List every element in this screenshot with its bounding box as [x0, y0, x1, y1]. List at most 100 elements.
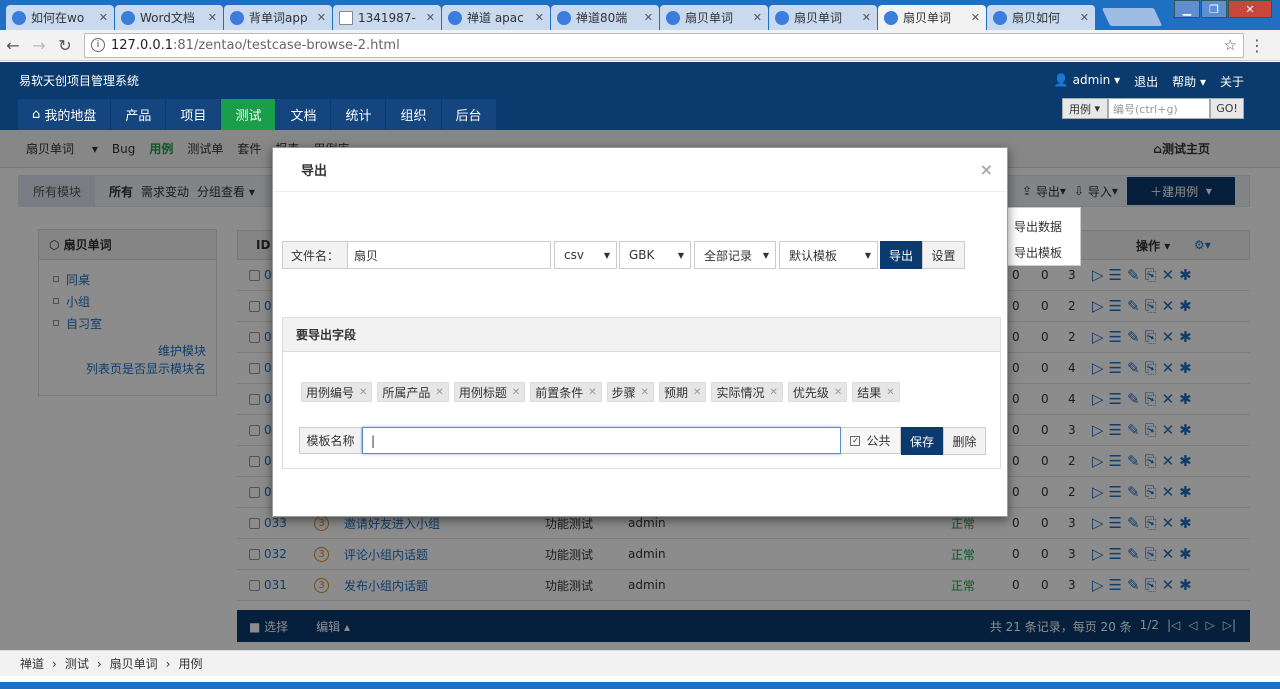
template-name-input[interactable]: |	[362, 427, 841, 454]
export-range-select[interactable]: 全部记录	[694, 241, 776, 269]
close-tab-icon[interactable]: ✕	[99, 11, 108, 24]
back-icon[interactable]: ←	[0, 36, 26, 55]
user-icon: 👤	[1053, 73, 1069, 87]
browser-tab[interactable]: 禅道 apac ✕	[442, 5, 550, 30]
main-nav-item[interactable]: 测试	[221, 99, 276, 130]
baidu-icon	[448, 10, 462, 25]
baidu-icon	[12, 10, 26, 25]
close-tab-icon[interactable]: ✕	[753, 11, 762, 24]
remove-field-icon[interactable]: ✕	[512, 387, 520, 398]
browser-tab-label: 背单词app	[249, 11, 308, 25]
browser-tab-label: Word文档	[140, 11, 195, 25]
doc-icon	[339, 10, 353, 25]
browser-tab[interactable]: 背单词app ✕	[224, 5, 332, 30]
browser-tab[interactable]: 扇贝单词 ✕	[769, 5, 877, 30]
logout-link[interactable]: 退出	[1134, 73, 1158, 90]
maximize-icon[interactable]: ❐	[1201, 0, 1227, 18]
export-template-item[interactable]: 导出模板	[1014, 240, 1080, 266]
main-nav-item[interactable]: 产品	[111, 99, 166, 130]
main-nav-item[interactable]: 后台	[441, 99, 496, 130]
search-type-select[interactable]: 用例 ▾	[1062, 98, 1108, 119]
export-data-item[interactable]: 导出数据	[1014, 214, 1080, 240]
close-tab-icon[interactable]: ✕	[862, 11, 871, 24]
main-nav-item[interactable]: ⌂ 我的地盘	[18, 99, 111, 130]
close-icon[interactable]: ×	[980, 160, 993, 179]
forward-icon[interactable]: →	[26, 36, 52, 55]
main-nav-item[interactable]: 项目	[166, 99, 221, 130]
remove-field-icon[interactable]: ✕	[834, 387, 842, 398]
window-controls: ▁ ❐ ✕	[1173, 0, 1272, 18]
export-fields-panel: 要导出字段 用例编号 ✕ 所属产品 ✕ 用例标题 ✕ 前置条件 ✕ 步骤 ✕ 预期 ✕ 实际情况 ✕ 优先级…	[282, 317, 1001, 469]
browser-tab-label: 扇贝单词	[685, 11, 734, 25]
field-chips: 用例编号 ✕ 所属产品 ✕ 用例标题 ✕ 前置条件 ✕ 步骤 ✕ 预期 ✕ 实际情况 ✕ 优先级 ✕ 结果 ✕	[301, 382, 900, 402]
close-tab-icon[interactable]: ✕	[317, 11, 326, 24]
reload-icon[interactable]: ↻	[52, 36, 78, 55]
url-input[interactable]: i 127.0.0.1:81/zentao/testcase-browse-2.…	[84, 32, 1244, 58]
remove-field-icon[interactable]: ✕	[886, 387, 894, 398]
browser-tab-label: 扇贝单词	[903, 11, 952, 25]
modal-title: 导出	[301, 164, 328, 179]
os-taskbar	[0, 682, 1280, 689]
save-template-button[interactable]: 保存	[901, 427, 943, 455]
export-submit-button[interactable]: 导出	[880, 241, 922, 269]
home-icon: ⌂	[32, 107, 45, 122]
info-icon[interactable]: i	[91, 38, 105, 52]
browser-tab-label: 1341987-	[358, 10, 416, 25]
export-fields-title: 要导出字段	[283, 318, 1000, 352]
close-tab-icon[interactable]: ✕	[208, 11, 217, 24]
remove-field-icon[interactable]: ✕	[641, 387, 649, 398]
breadcrumb-item: 用例	[178, 657, 203, 671]
main-nav-item[interactable]: 统计	[331, 99, 386, 130]
field-chip-label: 所属产品	[382, 385, 431, 400]
search-go-button[interactable]: GO!	[1210, 98, 1244, 119]
browser-tab[interactable]: 1341987- ✕	[333, 5, 441, 30]
browser-menu-icon[interactable]: ⋮	[1244, 36, 1270, 55]
minimize-icon[interactable]: ▁	[1174, 0, 1200, 18]
remove-field-icon[interactable]: ✕	[769, 387, 777, 398]
close-tab-icon[interactable]: ✕	[644, 11, 653, 24]
baidu-icon	[993, 10, 1007, 25]
browser-tab[interactable]: 扇贝单词 ✕	[878, 5, 986, 30]
template-select[interactable]: 默认模板	[779, 241, 878, 269]
field-chip-label: 实际情况	[716, 385, 765, 400]
browser-tab[interactable]: 禅道80端 ✕	[551, 5, 659, 30]
browser-tab[interactable]: 如何在wo ✕	[6, 5, 114, 30]
bookmark-star-icon[interactable]: ☆	[1224, 36, 1237, 54]
close-tab-icon[interactable]: ✕	[971, 11, 980, 24]
remove-field-icon[interactable]: ✕	[359, 387, 367, 398]
breadcrumb-item[interactable]: 扇贝单词	[110, 655, 158, 672]
delete-template-button[interactable]: 删除	[943, 427, 986, 455]
browser-tab[interactable]: 扇贝单词 ✕	[660, 5, 768, 30]
file-type-select[interactable]: csv	[554, 241, 617, 269]
breadcrumb-item[interactable]: 测试	[65, 655, 89, 672]
remove-field-icon[interactable]: ✕	[588, 387, 596, 398]
filename-label: 文件名：	[282, 241, 348, 269]
browser-tab[interactable]: 扇贝如何 ✕	[987, 5, 1095, 30]
browser-tab-label: 禅道 apac	[467, 11, 524, 25]
field-chip: 所属产品 ✕	[377, 382, 449, 402]
remove-field-icon[interactable]: ✕	[435, 387, 443, 398]
about-link[interactable]: 关于	[1220, 73, 1244, 90]
main-nav-item[interactable]: 组织	[386, 99, 441, 130]
user-info: 👤 admin ▾ 退出 帮助 ▾ 关于	[1054, 73, 1244, 90]
help-menu[interactable]: 帮助 ▾	[1172, 73, 1206, 90]
user-menu[interactable]: 👤 admin ▾	[1054, 73, 1120, 90]
close-tab-icon[interactable]: ✕	[1080, 11, 1089, 24]
breadcrumb-item[interactable]: 禅道	[20, 655, 44, 672]
search-input[interactable]: 编号(ctrl+g)	[1108, 98, 1210, 119]
remove-field-icon[interactable]: ✕	[693, 387, 701, 398]
template-save-row: 模板名称 | ✓ 公共 保存 删除	[299, 427, 986, 455]
browser-tab-label: 扇贝如何	[1012, 11, 1061, 25]
modal-header: 导出 ×	[273, 148, 1007, 192]
close-tab-icon[interactable]: ✕	[426, 11, 435, 24]
close-tab-icon[interactable]: ✕	[535, 11, 544, 24]
encoding-select[interactable]: GBK	[619, 241, 691, 269]
public-checkbox[interactable]: ✓ 公共	[841, 427, 901, 454]
app-icon	[230, 10, 244, 25]
export-settings-button[interactable]: 设置	[922, 241, 965, 269]
new-tab-button[interactable]	[1101, 8, 1163, 26]
main-nav-item[interactable]: 文档	[276, 99, 331, 130]
close-window-icon[interactable]: ✕	[1228, 0, 1272, 18]
browser-tab[interactable]: Word文档 ✕	[115, 5, 223, 30]
filename-input[interactable]: 扇贝	[348, 241, 551, 269]
